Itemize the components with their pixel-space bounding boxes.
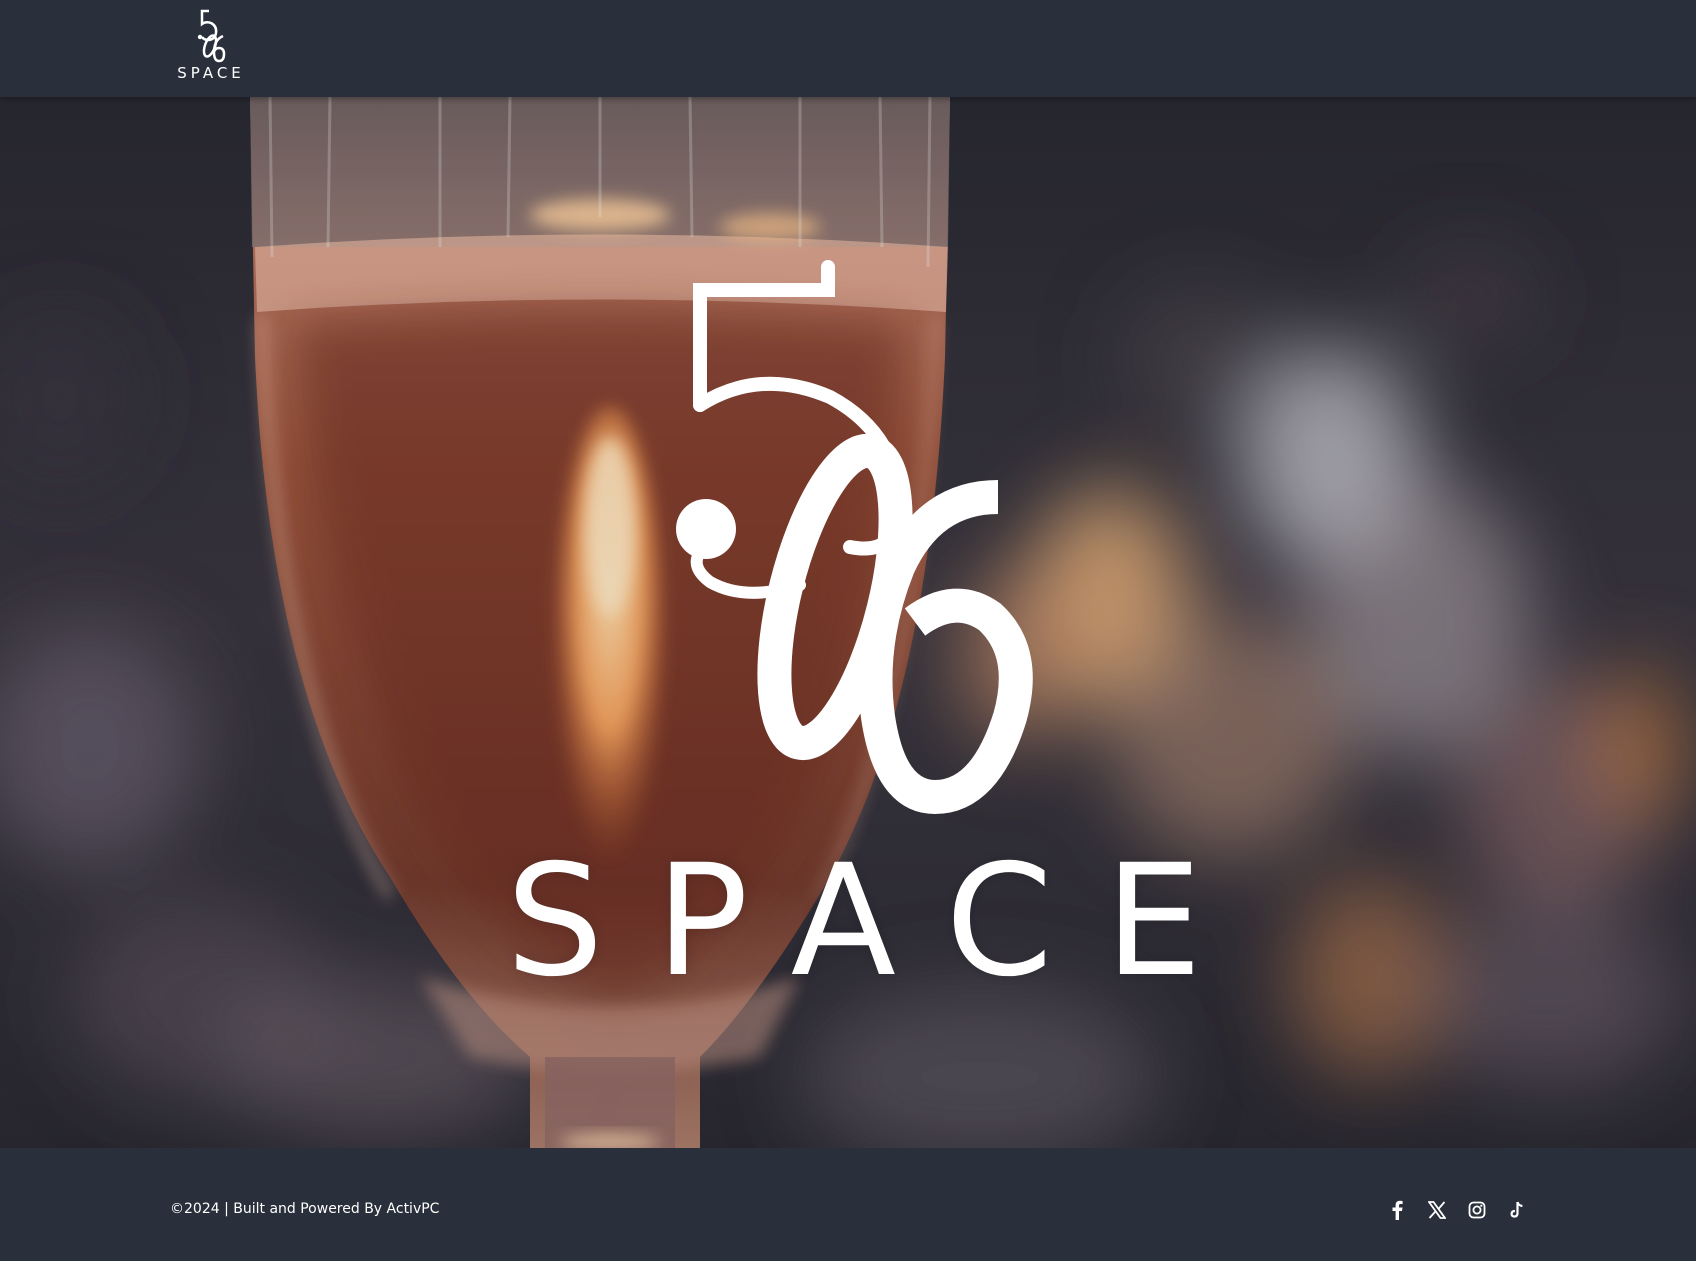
site-footer: ©2024 | Built and Powered By ActivPC bbox=[0, 1148, 1696, 1261]
site-header: SPACE bbox=[0, 0, 1696, 97]
header-logo-link[interactable]: SPACE bbox=[168, 8, 250, 84]
hero-section: SPACE bbox=[0, 97, 1696, 1148]
x-link[interactable] bbox=[1421, 1194, 1453, 1226]
tiktok-icon bbox=[1510, 1201, 1523, 1218]
hero-logo-mark bbox=[676, 260, 1033, 815]
instagram-icon bbox=[1468, 1201, 1486, 1219]
tiktok-link[interactable] bbox=[1501, 1194, 1533, 1226]
instagram-link[interactable] bbox=[1461, 1194, 1493, 1226]
facebook-icon bbox=[1392, 1200, 1403, 1220]
header-logo-word: SPACE bbox=[177, 64, 245, 82]
header-logo-mark bbox=[197, 9, 226, 63]
facebook-link[interactable] bbox=[1381, 1194, 1413, 1226]
x-icon bbox=[1428, 1201, 1446, 1219]
footer-copyright: ©2024 | Built and Powered By ActivPC bbox=[170, 1201, 440, 1217]
